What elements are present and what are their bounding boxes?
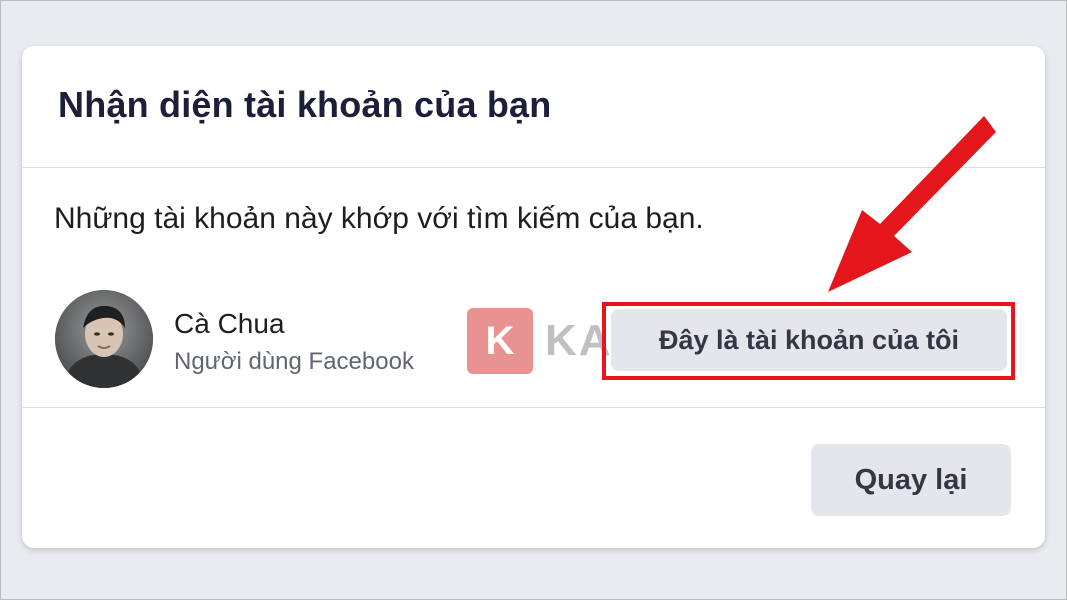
account-name: Cà Chua — [174, 308, 285, 339]
watermark-letter: K — [467, 308, 533, 374]
dialog-body: Những tài khoản này khớp với tìm kiếm củ… — [22, 168, 1045, 408]
avatar-photo-icon — [55, 290, 153, 388]
dialog-description: Những tài khoản này khớp với tìm kiếm củ… — [54, 202, 704, 235]
account-subtitle: Người dùng Facebook — [174, 348, 414, 375]
dialog-title: Nhận diện tài khoản của bạn — [58, 84, 552, 125]
dialog-footer: Quay lại — [22, 408, 1045, 548]
back-button[interactable]: Quay lại — [811, 444, 1011, 516]
dialog-header: Nhận diện tài khoản của bạn — [22, 46, 1045, 168]
identify-account-dialog: Nhận diện tài khoản của bạn Những tài kh… — [22, 46, 1045, 548]
avatar — [55, 290, 153, 388]
annotation-highlight-box — [602, 302, 1015, 380]
